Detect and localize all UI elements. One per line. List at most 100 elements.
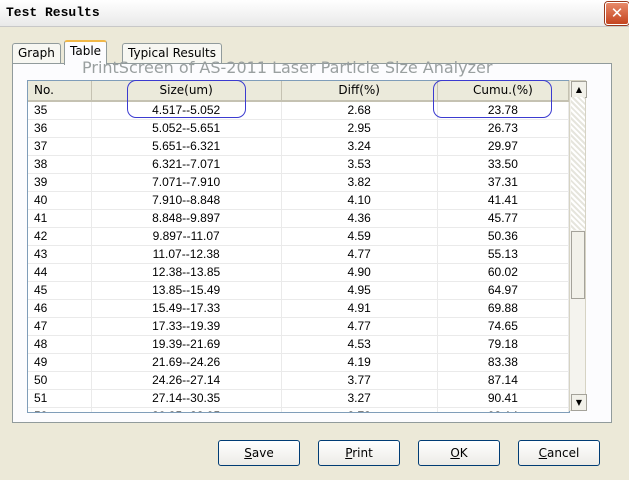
cell-size: 13.85--15.49 [92,282,282,299]
cell-size: 27.14--30.35 [92,390,282,407]
table-row[interactable]: 49 21.69--24.26 4.19 83.38 [28,354,569,372]
cell-diff: 3.53 [282,156,438,173]
cell-diff: 3.27 [282,390,438,407]
cell-cumu: 60.02 [438,264,569,281]
cell-no: 44 [28,264,92,281]
cell-no: 39 [28,174,92,191]
cell-no: 40 [28,192,92,209]
cell-size: 7.071--7.910 [92,174,282,191]
column-header-diff[interactable]: Diff(%) [282,81,438,100]
cell-no: 51 [28,390,92,407]
table-row[interactable]: 50 24.26--27.14 3.77 87.14 [28,372,569,390]
table-header: No. Size(um) Diff(%) Cumu.(%) [28,81,569,102]
cell-cumu: 79.18 [438,336,569,353]
table-row[interactable]: 40 7.910--8.848 4.10 41.41 [28,192,569,210]
cell-size: 7.910--8.848 [92,192,282,209]
cell-no: 37 [28,138,92,155]
cell-cumu: 29.97 [438,138,569,155]
table-row[interactable]: 41 8.848--9.897 4.36 45.77 [28,210,569,228]
ok-button[interactable]: OK [418,440,500,466]
cell-diff: 2.73 [282,408,438,412]
cell-cumu: 64.97 [438,282,569,299]
cell-size: 21.69--24.26 [92,354,282,371]
cell-size: 6.321--7.071 [92,156,282,173]
cell-diff: 4.59 [282,228,438,245]
cell-diff: 4.91 [282,300,438,317]
tab-graph[interactable]: Graph [12,43,61,63]
table-row[interactable]: 45 13.85--15.49 4.95 64.97 [28,282,569,300]
cell-no: 38 [28,156,92,173]
save-button[interactable]: Save [218,440,300,466]
table-row[interactable]: 37 5.651--6.321 3.24 29.97 [28,138,569,156]
cell-size: 5.052--5.651 [92,120,282,137]
table-row[interactable]: 48 19.39--21.69 4.53 79.18 [28,336,569,354]
cell-cumu: 45.77 [438,210,569,227]
column-header-size[interactable]: Size(um) [92,81,282,100]
table-row[interactable]: 42 9.897--11.07 4.59 50.36 [28,228,569,246]
cell-no: 43 [28,246,92,263]
cell-no: 50 [28,372,92,389]
cell-size: 9.897--11.07 [92,228,282,245]
cell-no: 45 [28,282,92,299]
cell-cumu: 74.65 [438,318,569,335]
cell-no: 48 [28,336,92,353]
cell-diff: 3.77 [282,372,438,389]
cell-cumu: 50.36 [438,228,569,245]
cell-diff: 4.53 [282,336,438,353]
cell-size: 15.49--17.33 [92,300,282,317]
close-icon[interactable]: ✕ [605,2,629,25]
cell-size: 30.35--33.95 [92,408,282,412]
cell-diff: 4.19 [282,354,438,371]
cell-size: 17.33--19.39 [92,318,282,335]
cell-cumu: 26.73 [438,120,569,137]
table-row[interactable]: 39 7.071--7.910 3.82 37.31 [28,174,569,192]
cell-size: 12.38--13.85 [92,264,282,281]
cell-diff: 4.77 [282,246,438,263]
results-table: No. Size(um) Diff(%) Cumu.(%) 35 4.517--5… [27,80,570,413]
cell-cumu: 41.41 [438,192,569,209]
cell-cumu: 90.41 [438,390,569,407]
table-row[interactable]: 46 15.49--17.33 4.91 69.88 [28,300,569,318]
cell-diff: 4.36 [282,210,438,227]
title-bar: Test Results ✕ [0,0,629,27]
vertical-scrollbar[interactable]: ▲ ▼ [569,80,587,411]
table-row[interactable]: 47 17.33--19.39 4.77 74.65 [28,318,569,336]
cell-size: 5.651--6.321 [92,138,282,155]
cell-diff: 2.95 [282,120,438,137]
cell-no: 41 [28,210,92,227]
table-row[interactable]: 38 6.321--7.071 3.53 33.50 [28,156,569,174]
window-title: Test Results [6,5,100,20]
column-header-cumu[interactable]: Cumu.(%) [438,81,569,100]
cell-diff: 4.10 [282,192,438,209]
cell-diff: 3.82 [282,174,438,191]
table-row[interactable]: 36 5.052--5.651 2.95 26.73 [28,120,569,138]
cell-size: 24.26--27.14 [92,372,282,389]
cell-no: 52 [28,408,92,412]
cancel-button[interactable]: Cancel [518,440,600,466]
cell-diff: 2.68 [282,102,438,119]
scroll-track[interactable] [571,97,585,230]
cell-size: 8.848--9.897 [92,210,282,227]
cell-diff: 4.77 [282,318,438,335]
cell-size: 4.517--5.052 [92,102,282,119]
cell-size: 11.07--12.38 [92,246,282,263]
scroll-down-icon[interactable]: ▼ [571,394,587,411]
cell-cumu: 23.78 [438,102,569,119]
print-button[interactable]: Print [318,440,400,466]
cell-no: 46 [28,300,92,317]
cell-cumu: 37.31 [438,174,569,191]
cell-diff: 4.95 [282,282,438,299]
cell-diff: 4.90 [282,264,438,281]
column-header-no[interactable]: No. [28,81,92,100]
scroll-up-icon[interactable]: ▲ [571,81,587,98]
cell-diff: 3.24 [282,138,438,155]
cell-no: 47 [28,318,92,335]
scroll-thumb[interactable] [571,231,585,299]
table-row[interactable]: 35 4.517--5.052 2.68 23.78 [28,102,569,120]
table-row[interactable]: 43 11.07--12.38 4.77 55.13 [28,246,569,264]
table-row[interactable]: 51 27.14--30.35 3.27 90.41 [28,390,569,408]
table-row[interactable]: 5230.35--33.952.7393.14 [28,408,569,412]
table-row[interactable]: 44 12.38--13.85 4.90 60.02 [28,264,569,282]
table-body: 35 4.517--5.052 2.68 23.78 36 5.052--5.651 2.9… [28,102,569,412]
cell-cumu: 93.14 [438,408,569,412]
